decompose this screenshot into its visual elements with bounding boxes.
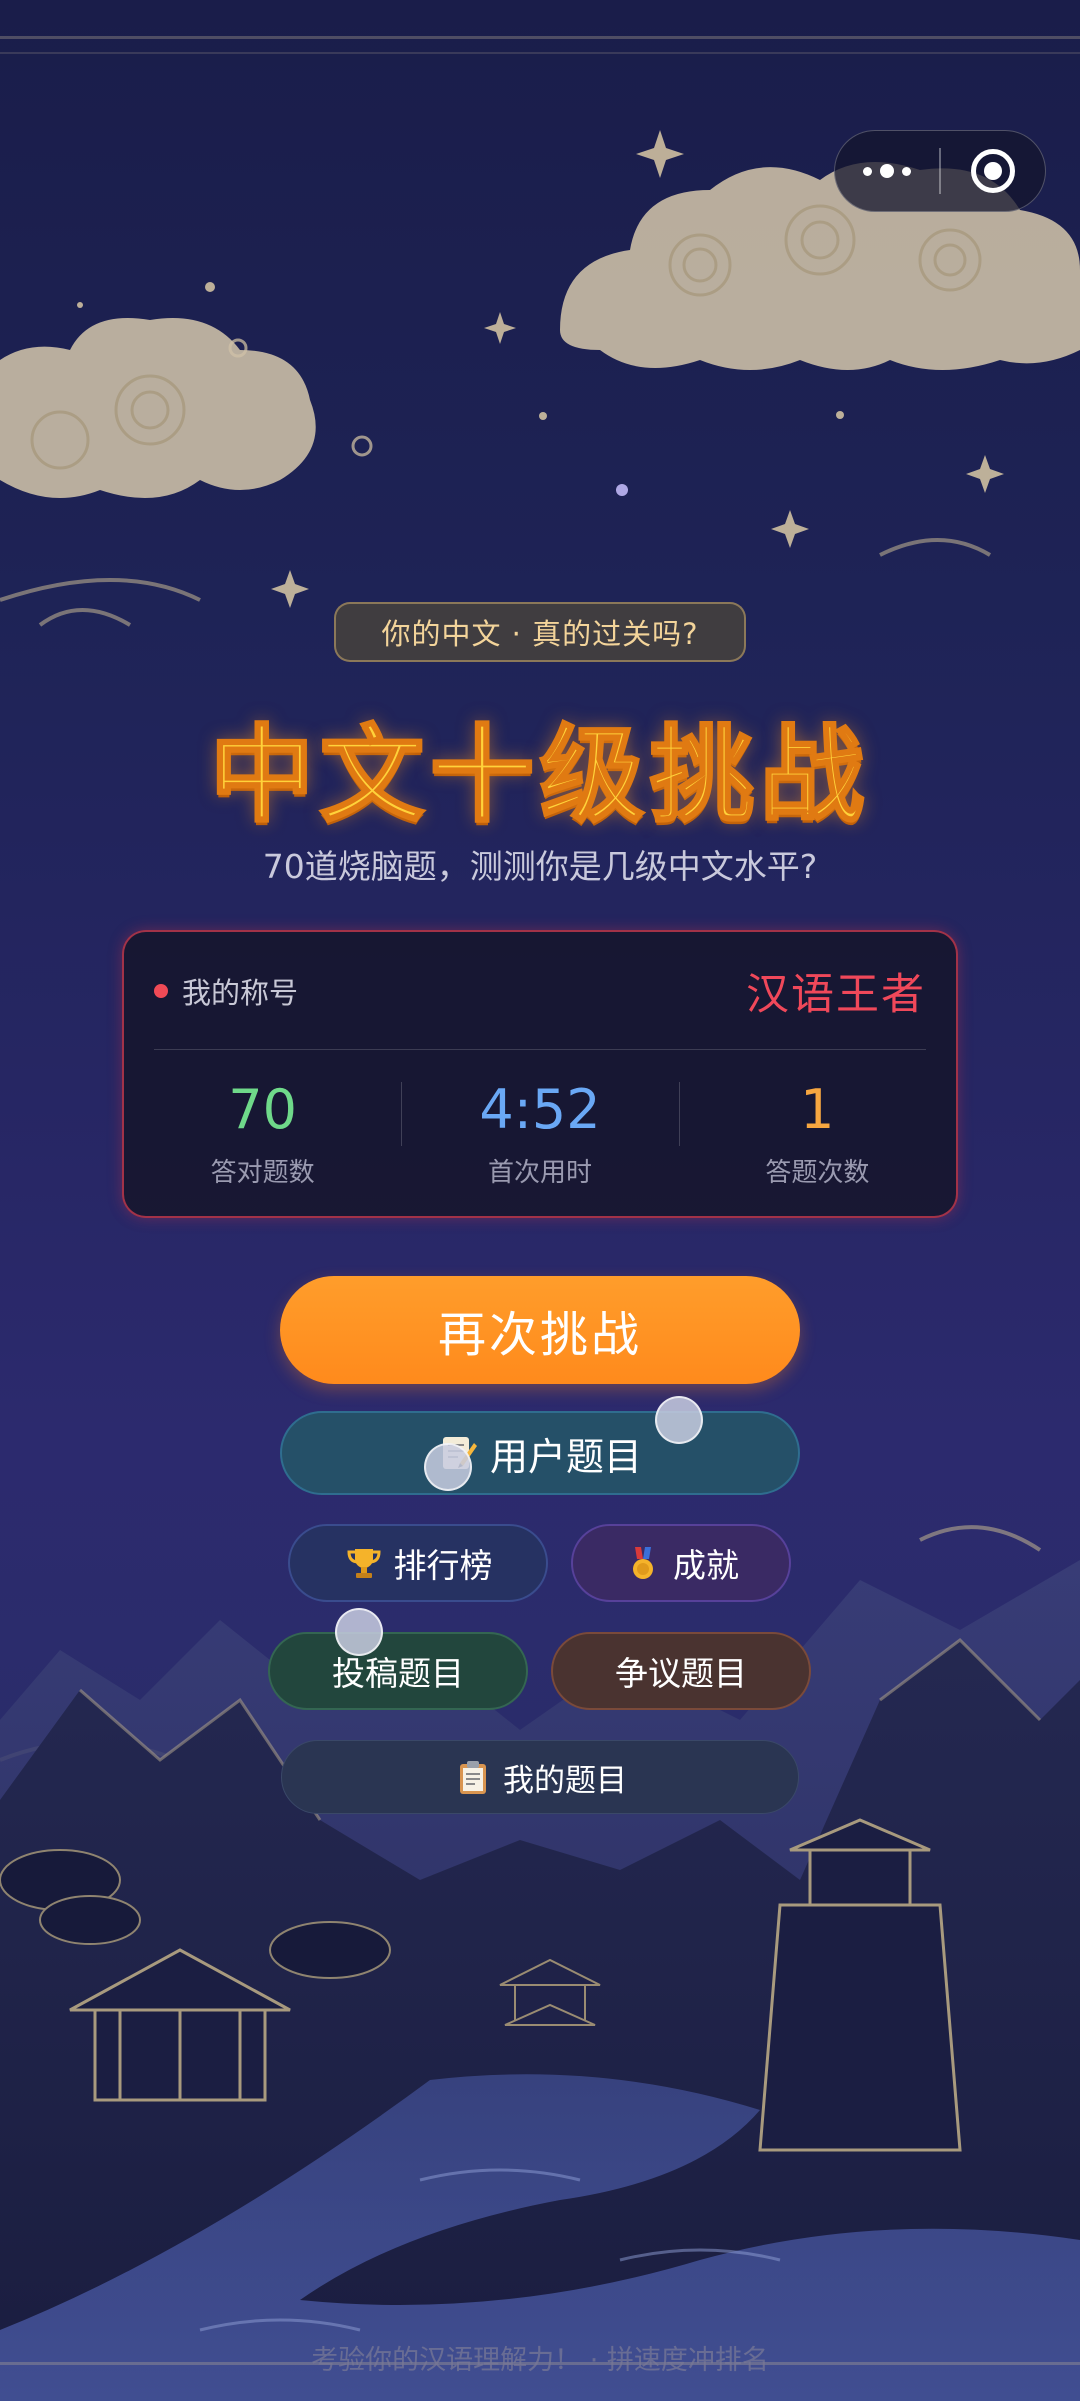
- stat-time: 4:52 首次用时: [401, 1058, 678, 1208]
- title-label-wrap: 我的称号: [154, 970, 298, 1012]
- user-questions-label: 用户题目: [489, 1434, 642, 1479]
- leaderboard-label: 排行榜: [393, 1546, 493, 1585]
- more-dot-icon: [902, 166, 911, 176]
- footer-text: 考验你的汉语理解力！ · 拼速度冲排名: [311, 2345, 769, 2376]
- top-frame-line: [0, 36, 1080, 39]
- miniprogram-capsule: [834, 130, 1046, 212]
- close-miniprogram-button[interactable]: [941, 131, 1045, 211]
- stat-attempts-caption: 答题次数: [765, 1157, 870, 1188]
- target-close-icon: [971, 149, 1015, 193]
- leaderboard-button[interactable]: 排行榜: [288, 1524, 548, 1602]
- stat-correct-caption: 答对题数: [210, 1157, 315, 1188]
- more-menu-button[interactable]: [835, 131, 939, 211]
- touch-indicator: [335, 1608, 383, 1656]
- more-dot-icon: [863, 166, 872, 176]
- more-dot-icon: [880, 164, 894, 178]
- retry-challenge-button[interactable]: 再次挑战: [280, 1276, 800, 1384]
- title-row: 我的称号 汉语王者: [154, 932, 926, 1050]
- disputed-questions-button[interactable]: 争议题目: [551, 1632, 811, 1710]
- clipboard-icon: [453, 1757, 493, 1797]
- touch-indicator: [424, 1443, 472, 1491]
- touch-indicator: [655, 1396, 703, 1444]
- top-frame-line-2: [0, 52, 1080, 54]
- my-questions-button[interactable]: 我的题目: [281, 1740, 799, 1814]
- stat-time-caption: 首次用时: [487, 1157, 592, 1188]
- my-title-label: 我的称号: [182, 975, 299, 1010]
- my-questions-label: 我的题目: [503, 1762, 627, 1799]
- achievements-button[interactable]: 成就: [571, 1524, 791, 1602]
- submit-question-button[interactable]: 投稿题目: [268, 1632, 528, 1710]
- stats-row: 70 答对题数 4:52 首次用时 1 答题次数: [124, 1058, 956, 1208]
- medal-icon: [623, 1543, 663, 1583]
- rank-title-value: 汉语王者: [746, 969, 926, 1020]
- page-title: 中文十级挑战: [208, 713, 870, 838]
- user-questions-button[interactable]: 用户题目: [280, 1411, 800, 1495]
- stat-attempts-value: 1: [800, 1077, 835, 1141]
- achievements-label: 成就: [673, 1546, 739, 1585]
- stat-attempts: 1 答题次数: [678, 1058, 956, 1208]
- page-subtitle: 70道烧脑题，测测你是几级中文水平?: [262, 847, 818, 886]
- red-dot-icon: [154, 983, 168, 998]
- stat-time-value: 4:52: [479, 1077, 601, 1141]
- tagline-badge: 你的中文 · 真的过关吗?: [334, 602, 746, 662]
- trophy-icon: [344, 1543, 384, 1583]
- result-card: 我的称号 汉语王者 70 答对题数 4:52 首次用时 1 答题次数: [122, 930, 958, 1218]
- stat-correct-value: 70: [228, 1077, 298, 1141]
- stat-correct: 70 答对题数: [124, 1058, 401, 1208]
